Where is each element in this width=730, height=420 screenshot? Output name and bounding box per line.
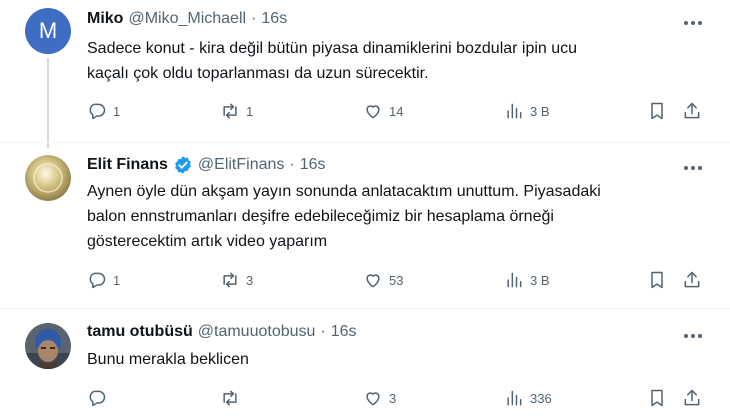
- user-handle[interactable]: @ElitFinans: [198, 156, 285, 174]
- user-handle[interactable]: @Miko_Michaell: [128, 10, 246, 28]
- tweet-text-line: Aynen öyle dün akşam yayın sonunda anlat…: [87, 183, 601, 200]
- share-icon: [684, 271, 700, 288]
- user-handle[interactable]: @tamuuotobusu: [198, 323, 316, 341]
- bookmark-button[interactable]: [647, 269, 667, 291]
- thread-connector-line: [47, 58, 49, 148]
- tweet-actions: 3 336: [87, 387, 707, 409]
- timestamp[interactable]: 16s: [261, 10, 287, 28]
- views-chart-icon: [507, 272, 522, 288]
- tweet-text: Aynen öyle dün akşam yayın sonunda anlat…: [87, 179, 687, 254]
- tweet-actions: 1 3 53 3 B: [87, 269, 707, 291]
- tweet-text-line: gösterecektim artık video yaparım: [87, 233, 328, 250]
- views-chart-icon: [507, 390, 522, 406]
- retweet-button[interactable]: [220, 387, 246, 409]
- more-options-icon[interactable]: [682, 327, 704, 345]
- views-button[interactable]: 336: [504, 387, 552, 409]
- more-options-icon[interactable]: [682, 14, 704, 32]
- retweet-button[interactable]: 1: [220, 100, 253, 122]
- separator-dot: ·: [320, 323, 326, 340]
- views-chart-icon: [507, 103, 522, 119]
- timestamp[interactable]: 16s: [331, 323, 357, 341]
- retweet-count: 1: [246, 103, 254, 119]
- avatar[interactable]: M: [25, 8, 71, 54]
- like-button[interactable]: 53: [363, 269, 403, 291]
- view-count: 336: [530, 390, 552, 406]
- reply-icon: [89, 390, 106, 407]
- avatar-letter: M: [38, 18, 58, 43]
- tweet-text-line: kaçalı çok oldu toparlanması da uzun sür…: [87, 65, 429, 82]
- avatar[interactable]: [25, 323, 71, 369]
- reply-icon: [89, 272, 106, 289]
- separator-dot: ·: [251, 10, 257, 27]
- share-button[interactable]: [682, 269, 702, 291]
- heart-icon: [366, 274, 380, 288]
- display-name[interactable]: tamu otubüsü: [87, 323, 193, 341]
- like-count: 3: [389, 390, 397, 406]
- tweet-text: Bunu merakla beklicen: [87, 347, 687, 372]
- reply-icon: [89, 103, 106, 120]
- bookmark-button[interactable]: [647, 387, 667, 409]
- timestamp[interactable]: 16s: [300, 156, 326, 174]
- tweet-text-line: balon ennstrumanları deşifre edebileceği…: [87, 208, 554, 225]
- display-name[interactable]: Miko: [87, 10, 123, 28]
- reply-button[interactable]: 1: [87, 269, 120, 291]
- heart-icon: [366, 392, 380, 406]
- share-icon: [684, 102, 700, 119]
- tweet-text-line: Sadece konut - kira değil bütün piyasa d…: [87, 40, 578, 57]
- retweet-button[interactable]: 3: [220, 269, 253, 291]
- tweet-elit-finans[interactable]: Elit Finans @ElitFinans · 16s Aynen öyle…: [0, 142, 730, 308]
- avatar-image: [25, 323, 71, 369]
- tweet-header: Miko @Miko_Michaell · 16s: [87, 10, 287, 28]
- share-button[interactable]: [682, 100, 702, 122]
- avatar-image: [25, 155, 71, 201]
- like-count: 53: [389, 272, 404, 288]
- bookmark-button[interactable]: [647, 100, 667, 122]
- bookmark-icon: [651, 389, 663, 407]
- separator-dot: ·: [289, 156, 295, 173]
- views-button[interactable]: 3 B: [504, 100, 550, 122]
- bookmark-icon: [651, 102, 663, 120]
- bookmark-icon: [651, 271, 663, 289]
- tweet-actions: 1 1 14 3 B: [87, 100, 707, 122]
- share-button[interactable]: [682, 387, 702, 409]
- retweet-icon: [223, 103, 237, 119]
- avatar[interactable]: [25, 155, 71, 201]
- like-button[interactable]: 14: [363, 100, 403, 122]
- reply-button[interactable]: [87, 387, 113, 409]
- like-count: 14: [389, 103, 404, 119]
- tweet-header: tamu otubüsü @tamuuotobusu · 16s: [87, 323, 357, 341]
- more-options-icon[interactable]: [682, 159, 704, 177]
- view-count: 3 B: [530, 272, 550, 288]
- tweet-text-line: Bunu merakla beklicen: [87, 351, 249, 368]
- reply-count: 1: [113, 103, 121, 119]
- reply-thread: M Miko @Miko_Michaell · 16s Sadece konut…: [0, 0, 730, 420]
- view-count: 3 B: [530, 103, 550, 119]
- retweet-icon: [223, 272, 237, 288]
- reply-button[interactable]: 1: [87, 100, 120, 122]
- reply-count: 1: [113, 272, 121, 288]
- tweet-miko[interactable]: M Miko @Miko_Michaell · 16s Sadece konut…: [0, 0, 730, 148]
- tweet-tamu-otubusu[interactable]: tamu otubüsü @tamuuotobusu · 16s Bunu me…: [0, 308, 730, 420]
- retweet-count: 3: [246, 272, 254, 288]
- retweet-icon: [223, 390, 237, 406]
- tweet-header: Elit Finans @ElitFinans · 16s: [87, 155, 326, 175]
- heart-icon: [366, 105, 380, 119]
- display-name[interactable]: Elit Finans: [87, 156, 168, 174]
- tweet-text: Sadece konut - kira değil bütün piyasa d…: [87, 36, 687, 86]
- like-button[interactable]: 3: [363, 387, 396, 409]
- share-icon: [684, 389, 700, 406]
- verified-badge-icon: [173, 155, 193, 175]
- views-button[interactable]: 3 B: [504, 269, 550, 291]
